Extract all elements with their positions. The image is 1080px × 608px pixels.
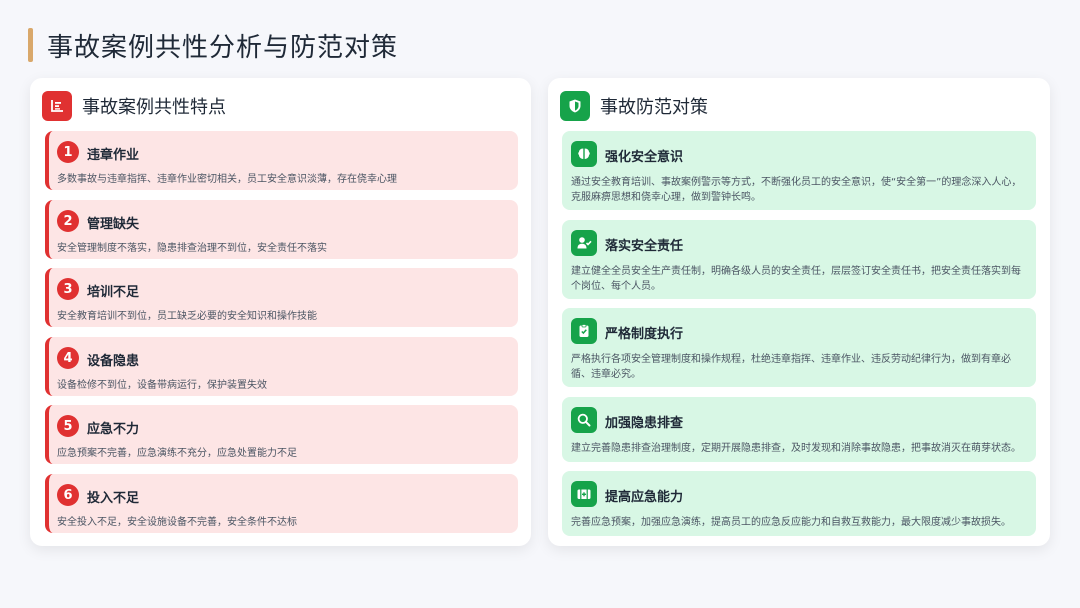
item-description: 多数事故与违章指挥、违章作业密切相关，员工安全意识淡薄，存在侥幸心理 bbox=[57, 174, 397, 185]
item-description: 安全管理制度不落实，隐患排查治理不到位，安全责任不落实 bbox=[57, 243, 327, 254]
page-header: 事故案例共性分析与防范对策 bbox=[28, 28, 399, 63]
brain-icon bbox=[571, 141, 597, 167]
measure-description: 建立完善隐患排查治理制度，定期开展隐患排查，及时发现和消除事故隐患，把事故消灭在… bbox=[571, 443, 1021, 454]
item-description: 安全投入不足，安全设施设备不完善，安全条件不达标 bbox=[57, 517, 297, 528]
page-title: 事故案例共性分析与防范对策 bbox=[47, 32, 399, 63]
measure-title: 提高应急能力 bbox=[605, 490, 684, 505]
card-title: 事故案例共性特点 bbox=[82, 97, 226, 118]
title-accent-bar bbox=[28, 28, 33, 62]
shield-icon bbox=[560, 91, 590, 121]
item-description: 设备检修不到位，设备带病运行，保护装置失效 bbox=[57, 380, 267, 391]
clipboard-check-icon bbox=[571, 318, 597, 344]
item-title: 管理缺失 bbox=[87, 217, 140, 232]
prevention-measures-card: 事故防范对策 强化安全意识 通过安全教育培训、事故案例警示等方式，不断强化员工的… bbox=[548, 78, 1050, 546]
item-number-badge: 4 bbox=[57, 347, 79, 369]
measure-description: 严格执行各项安全管理制度和操作规程，杜绝违章指挥、违章作业、违反劳动纪律行为，做… bbox=[571, 354, 1011, 380]
item-number-badge: 2 bbox=[57, 210, 79, 232]
item-description: 安全教育培训不到位，员工缺乏必要的安全知识和操作技能 bbox=[57, 311, 317, 322]
first-aid-icon bbox=[571, 481, 597, 507]
item-title: 培训不足 bbox=[87, 285, 140, 300]
item-description: 应急预案不完善，应急演练不充分，应急处置能力不足 bbox=[57, 448, 297, 459]
item-number-badge: 1 bbox=[57, 141, 79, 163]
item-number-badge: 3 bbox=[57, 278, 79, 300]
item-number-badge: 6 bbox=[57, 484, 79, 506]
list-item: 4 设备隐患 设备检修不到位，设备带病运行，保护装置失效 bbox=[45, 337, 518, 396]
search-icon bbox=[571, 407, 597, 433]
common-features-card: 事故案例共性特点 1 违章作业 多数事故与违章指挥、违章作业密切相关，员工安全意… bbox=[30, 78, 531, 546]
measure-description: 完善应急预案，加强应急演练，提高员工的应急反应能力和自救互救能力，最大限度减少事… bbox=[571, 517, 1011, 528]
card-header: 事故案例共性特点 bbox=[42, 90, 226, 122]
list-item: 1 违章作业 多数事故与违章指挥、违章作业密切相关，员工安全意识淡薄，存在侥幸心… bbox=[45, 131, 518, 190]
measure-item: 强化安全意识 通过安全教育培训、事故案例警示等方式，不断强化员工的安全意识，使“… bbox=[562, 131, 1036, 210]
measure-title: 加强隐患排查 bbox=[605, 416, 684, 431]
list-chart-icon bbox=[42, 91, 72, 121]
list-item: 2 管理缺失 安全管理制度不落实，隐患排查治理不到位，安全责任不落实 bbox=[45, 200, 518, 259]
slide: 事故案例共性分析与防范对策 事故案例共性特点 1 违章作业 多数事故与违章指挥、… bbox=[0, 0, 1080, 608]
list-item: 5 应急不力 应急预案不完善，应急演练不充分，应急处置能力不足 bbox=[45, 405, 518, 464]
measure-item: 加强隐患排查 建立完善隐患排查治理制度，定期开展隐患排查，及时发现和消除事故隐患… bbox=[562, 397, 1036, 462]
measure-item: 提高应急能力 完善应急预案，加强应急演练，提高员工的应急反应能力和自救互救能力，… bbox=[562, 471, 1036, 536]
measure-description: 建立健全全员安全生产责任制，明确各级人员的安全责任，层层签订安全责任书，把安全责… bbox=[571, 266, 1021, 292]
card-header: 事故防范对策 bbox=[560, 90, 708, 122]
measure-title: 强化安全意识 bbox=[605, 150, 684, 165]
user-check-icon bbox=[571, 230, 597, 256]
measure-description: 通过安全教育培训、事故案例警示等方式，不断强化员工的安全意识，使“安全第一”的理… bbox=[571, 177, 1022, 203]
measure-title: 落实安全责任 bbox=[605, 239, 684, 254]
measure-item: 严格制度执行 严格执行各项安全管理制度和操作规程，杜绝违章指挥、违章作业、违反劳… bbox=[562, 308, 1036, 387]
item-title: 违章作业 bbox=[87, 148, 140, 163]
item-title: 应急不力 bbox=[87, 422, 140, 437]
list-item: 6 投入不足 安全投入不足，安全设施设备不完善，安全条件不达标 bbox=[45, 474, 518, 533]
measure-title: 严格制度执行 bbox=[605, 327, 684, 342]
item-title: 设备隐患 bbox=[87, 354, 140, 369]
item-number-badge: 5 bbox=[57, 415, 79, 437]
measure-item: 落实安全责任 建立健全全员安全生产责任制，明确各级人员的安全责任，层层签订安全责… bbox=[562, 220, 1036, 299]
card-title: 事故防范对策 bbox=[600, 97, 708, 118]
list-item: 3 培训不足 安全教育培训不到位，员工缺乏必要的安全知识和操作技能 bbox=[45, 268, 518, 327]
item-title: 投入不足 bbox=[87, 491, 140, 506]
